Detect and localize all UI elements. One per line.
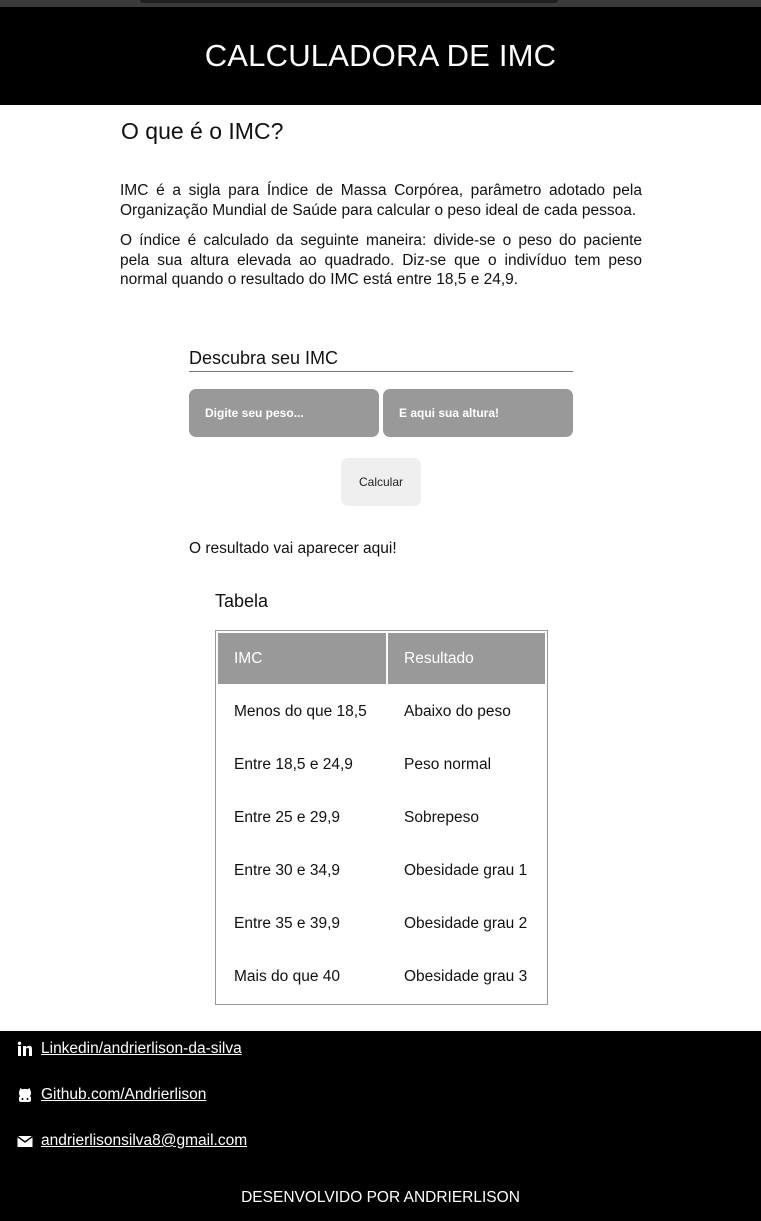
table-cell-resultado: Sobrepeso bbox=[404, 808, 479, 826]
table-row: Entre 30 e 34,9 Obesidade grau 1 bbox=[218, 845, 545, 896]
linkedin-icon bbox=[17, 1041, 33, 1057]
table-cell-imc: Mais do que 40 bbox=[234, 967, 340, 985]
table-row: Entre 18,5 e 24,9 Peso normal bbox=[218, 739, 545, 790]
browser-top-pill bbox=[140, 0, 558, 3]
table-header-row: IMC Resultado bbox=[218, 633, 545, 684]
table-cell-imc: Entre 25 e 29,9 bbox=[234, 808, 340, 826]
table-cell-resultado: Obesidade grau 2 bbox=[404, 914, 528, 932]
table-row: Menos do que 18,5 Abaixo do peso bbox=[218, 686, 545, 737]
table-cell-imc: Entre 30 e 34,9 bbox=[234, 861, 340, 879]
table-cell-resultado: Obesidade grau 3 bbox=[404, 967, 528, 985]
linkedin-contact: Linkedin/andrierlison-da-silva bbox=[17, 1040, 242, 1058]
table-row: Entre 35 e 39,9 Obesidade grau 2 bbox=[218, 898, 545, 949]
intro-paragraph-2: O índice é calculado da seguinte maneira… bbox=[120, 232, 642, 288]
table-cell-resultado: Peso normal bbox=[404, 755, 492, 773]
email-link[interactable]: andrierlisonsilva8@gmail.com bbox=[41, 1132, 247, 1150]
table-row: Mais do que 40 Obesidade grau 3 bbox=[218, 951, 545, 1002]
height-input[interactable] bbox=[383, 389, 573, 437]
table-title: Tabela bbox=[215, 591, 269, 611]
calculator-section: Descubra seu IMC Calcular bbox=[189, 348, 573, 506]
site-footer: Linkedin/andrierlison-da-silva Github.co… bbox=[0, 1031, 761, 1221]
email-contact: andrierlisonsilva8@gmail.com bbox=[17, 1132, 247, 1150]
imc-table: IMC Resultado Menos do que 18,5 Abaixo d… bbox=[216, 631, 547, 1004]
calculator-title: Descubra seu IMC bbox=[189, 348, 573, 372]
table-row: Entre 25 e 29,9 Sobrepeso bbox=[218, 792, 545, 843]
footer-credit: DESENVOLVIDO POR ANDRIERLISON bbox=[241, 1189, 520, 1206]
table-header-resultado: Resultado bbox=[388, 633, 545, 684]
github-icon bbox=[17, 1087, 33, 1103]
table-cell-imc: Menos do que 18,5 bbox=[234, 702, 367, 720]
linkedin-link[interactable]: Linkedin/andrierlison-da-silva bbox=[41, 1040, 242, 1058]
github-link[interactable]: Github.com/Andrierlison bbox=[41, 1086, 206, 1104]
weight-input[interactable] bbox=[189, 389, 379, 437]
table-header-imc: IMC bbox=[218, 633, 386, 684]
result-text: O resultado vai aparecer aqui! bbox=[189, 540, 397, 557]
imc-table-box: IMC Resultado Menos do que 18,5 Abaixo d… bbox=[215, 630, 548, 1005]
table-cell-imc: Entre 18,5 e 24,9 bbox=[234, 755, 353, 773]
calculate-button[interactable]: Calcular bbox=[341, 458, 421, 506]
intro-heading: O que é o IMC? bbox=[121, 118, 284, 144]
table-cell-resultado: Abaixo do peso bbox=[404, 702, 511, 720]
table-cell-imc: Entre 35 e 39,9 bbox=[234, 914, 340, 932]
envelope-icon bbox=[17, 1133, 33, 1149]
browser-top-strip bbox=[0, 0, 761, 7]
github-contact: Github.com/Andrierlison bbox=[17, 1086, 206, 1104]
calculator-inputs bbox=[189, 389, 573, 437]
intro-paragraph-1: IMC é a sigla para Índice de Massa Corpó… bbox=[120, 182, 642, 219]
table-cell-resultado: Obesidade grau 1 bbox=[404, 861, 528, 879]
calculate-button-wrap: Calcular bbox=[189, 458, 573, 506]
intro-section: O que é o IMC? IMC é a sigla para Índice… bbox=[120, 118, 642, 301]
page-title: CALCULADORA DE IMC bbox=[204, 38, 557, 73]
site-header: CALCULADORA DE IMC bbox=[0, 7, 761, 105]
